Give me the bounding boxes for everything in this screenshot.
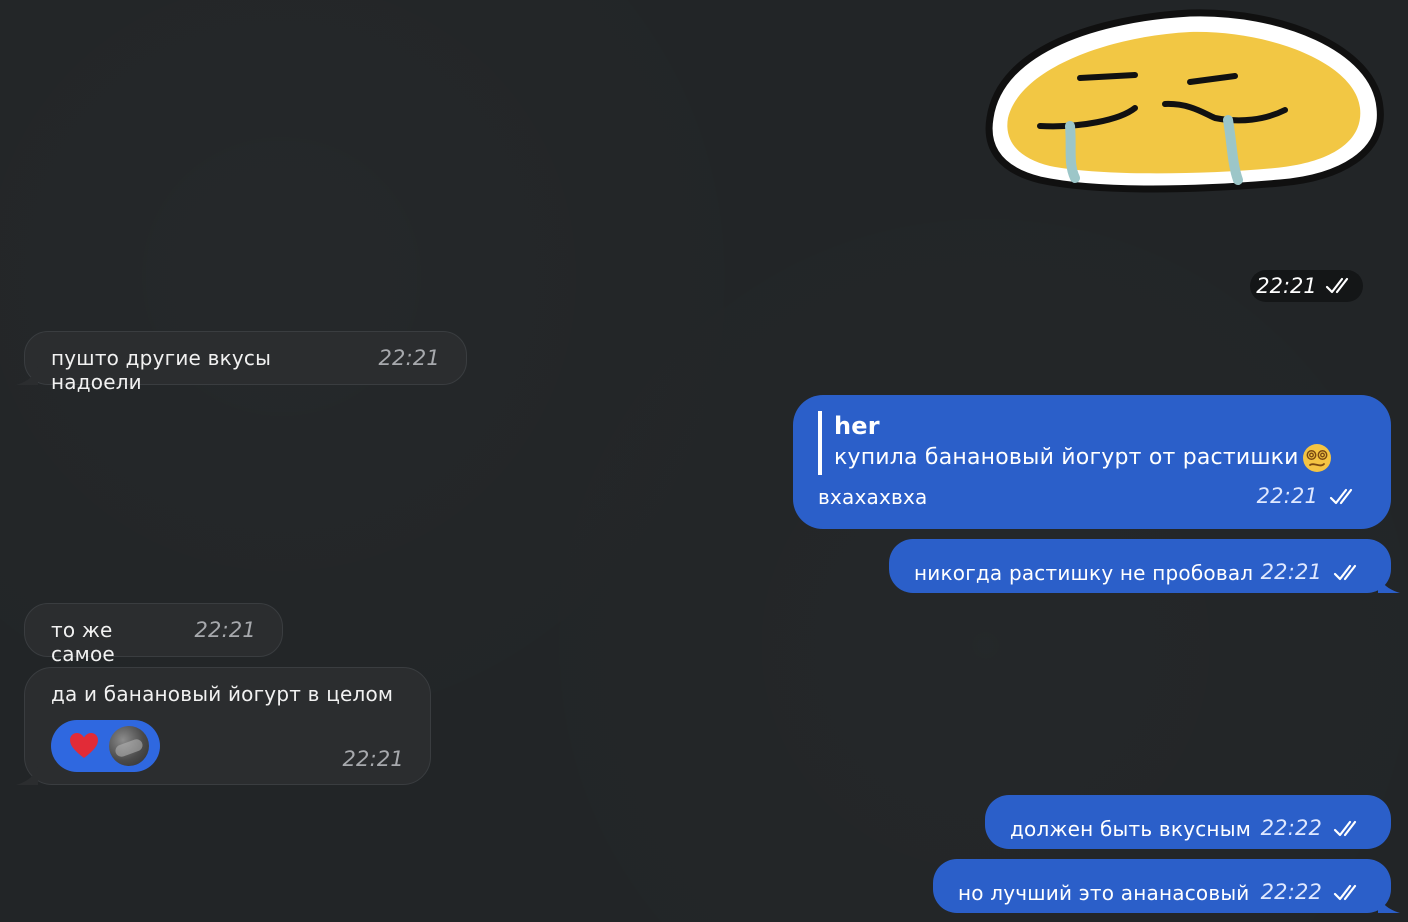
message-time: 22:21 — [378, 346, 440, 370]
reply-quote[interactable]: her купила банановый йогурт от растишки — [818, 411, 1361, 475]
heart-icon — [70, 733, 98, 758]
message-time: 22:21 — [1260, 559, 1323, 584]
outgoing-message[interactable]: должен быть вкусным 22:22 — [985, 795, 1391, 849]
bubble-tail — [1378, 575, 1400, 593]
message-time: 22:22 — [1260, 815, 1323, 840]
chat-area: 22:21 пушто другие вкусы надоели 22:21 h… — [0, 0, 1408, 922]
message-text: да и банановый йогурт в целом — [51, 682, 394, 706]
reply-quoted-text: купила банановый йогурт от растишки — [834, 441, 1361, 475]
sticker-time-text: 22:21 — [1256, 274, 1317, 298]
outgoing-message[interactable]: никогда растишку не пробовал 22:21 — [889, 539, 1400, 593]
message-meta: 22:21 — [1261, 560, 1365, 585]
dizzy-face-icon — [1302, 444, 1331, 472]
message-time: 22:21 — [194, 618, 256, 642]
message-text: то же самое — [51, 618, 115, 666]
message-text: должен быть вкусным — [1010, 816, 1251, 841]
bubble-tail — [16, 767, 38, 785]
bubble-tail — [16, 367, 38, 385]
message-meta: 22:22 — [1261, 880, 1365, 905]
double-check-icon — [1333, 564, 1357, 581]
message-text: вхахахвха — [818, 484, 928, 509]
reaction-chip[interactable] — [51, 720, 160, 772]
crying-smile-sticker[interactable] — [980, 8, 1390, 198]
reply-author: her — [834, 412, 880, 440]
outgoing-message[interactable]: но лучший это ананасовый 22:22 — [933, 859, 1400, 913]
message-meta: 22:22 — [1261, 816, 1365, 841]
sticker-timestamp: 22:21 — [1250, 270, 1363, 302]
double-check-icon — [1329, 488, 1353, 505]
message-time: 22:21 — [342, 746, 404, 771]
message-time: 22:22 — [1260, 879, 1323, 904]
reply-quoted-text-body: купила банановый йогурт от растишки — [834, 445, 1299, 470]
avatar — [109, 726, 149, 766]
incoming-message[interactable]: то же самое 22:21 — [24, 603, 283, 666]
double-check-icon — [1325, 277, 1348, 294]
message-time: 22:21 — [1256, 484, 1319, 508]
message-text: но лучший это ананасовый — [958, 880, 1250, 905]
incoming-message[interactable]: да и банановый йогурт в целом 22:21 — [16, 667, 431, 785]
outgoing-reply-message[interactable]: her купила банановый йогурт от растишки … — [793, 395, 1391, 529]
incoming-message[interactable]: пушто другие вкусы надоели 22:21 — [16, 331, 467, 394]
bubble-tail — [1378, 895, 1400, 913]
message-text: пушто другие вкусы надоели — [51, 346, 272, 394]
message-text: никогда растишку не пробовал — [914, 560, 1254, 585]
double-check-icon — [1333, 884, 1357, 901]
double-check-icon — [1333, 820, 1357, 837]
message-meta: 22:21 — [1257, 484, 1361, 509]
